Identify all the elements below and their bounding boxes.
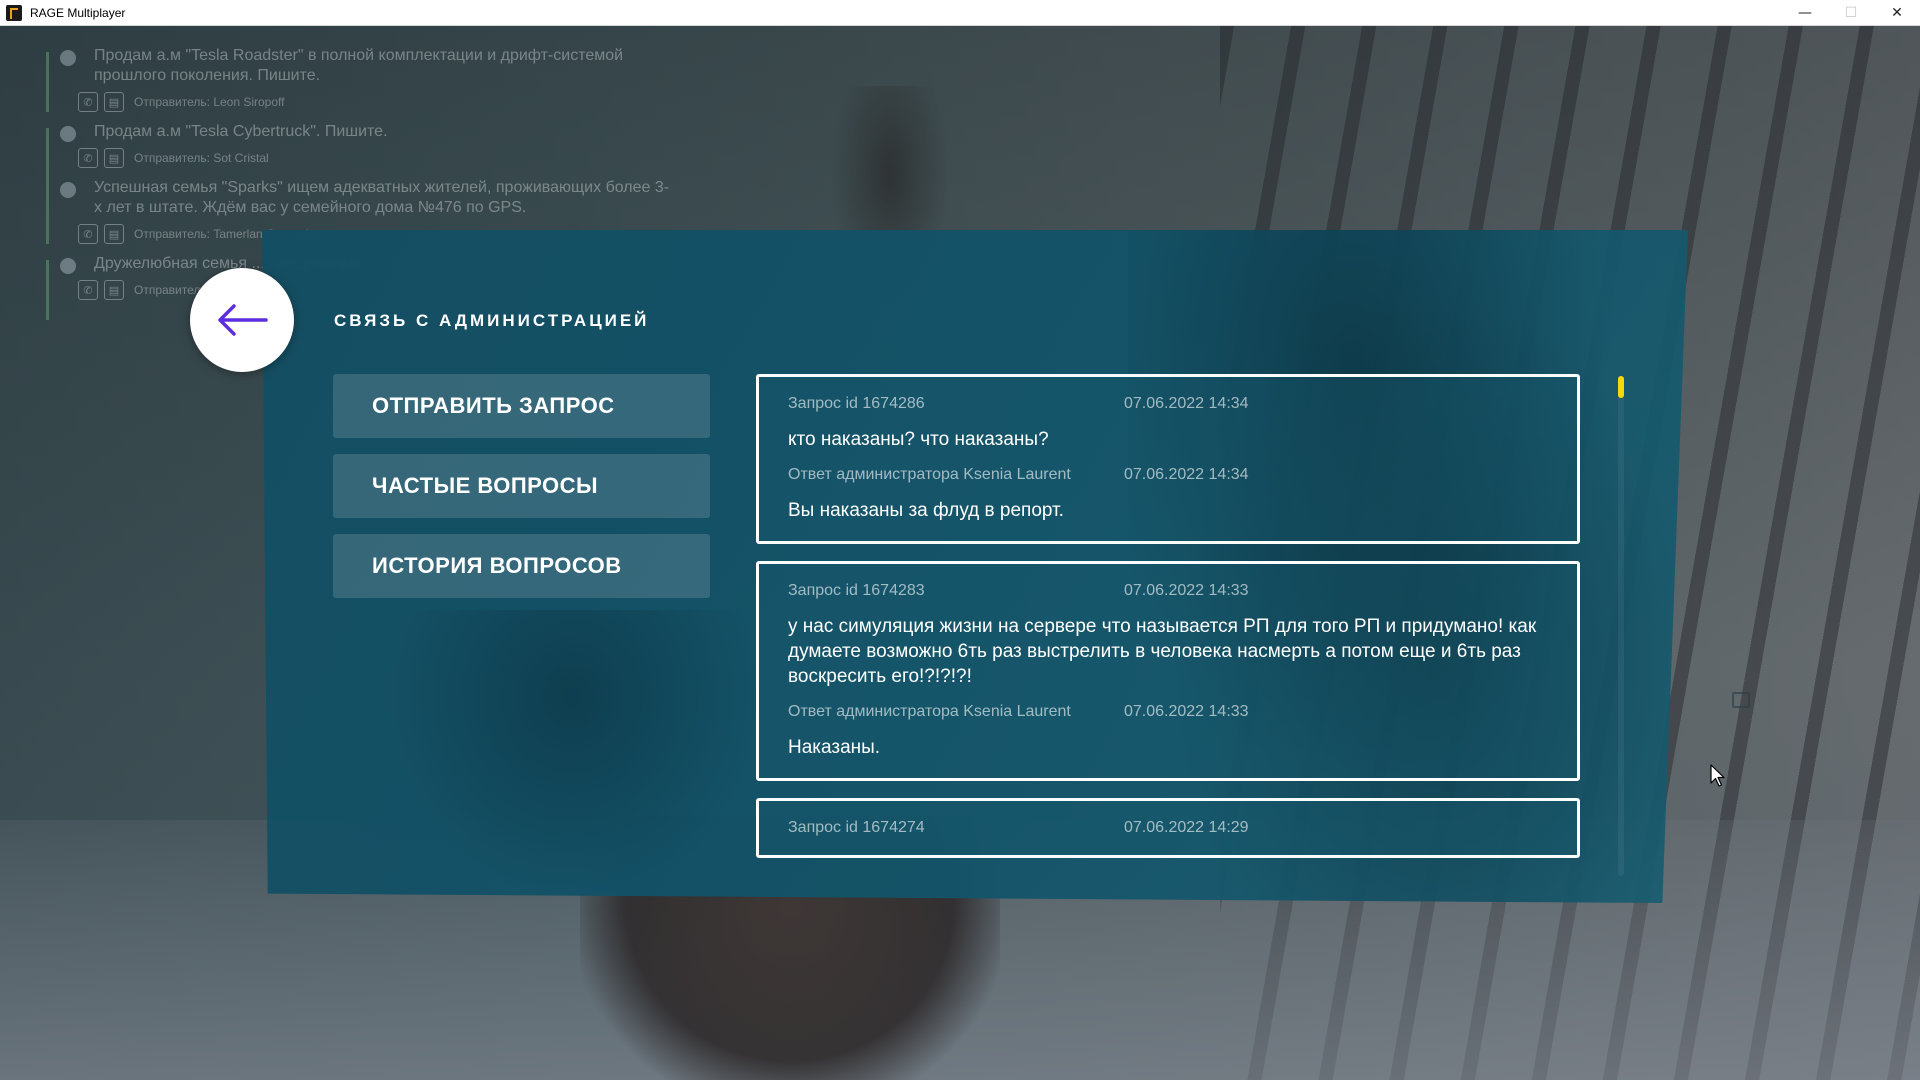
request-message: у нас симуляция жизни на сервере что наз… — [788, 616, 1537, 687]
close-button[interactable]: ✕ — [1874, 0, 1920, 25]
answer-author: Ответ администратора Ksenia Laurent — [788, 466, 1071, 483]
answer-header: Ответ администратора Ksenia Laurent 07.0… — [788, 466, 1548, 484]
feed-category-bar — [46, 260, 49, 320]
maximize-button[interactable]: ☐ — [1828, 0, 1874, 25]
phone-icon[interactable]: ✆ — [78, 92, 98, 112]
request-id: Запрос id 1674283 — [788, 582, 925, 599]
heart-category-icon — [60, 258, 76, 274]
send-request-button[interactable]: ОТПРАВИТЬ ЗАПРОС — [333, 374, 710, 438]
request-date: 07.06.2022 14:33 — [1124, 582, 1249, 599]
feed-item: Продам а.м "Tesla Roadster" в полной ком… — [30, 46, 670, 112]
feed-item-text: Продам а.м "Tesla Roadster" в полной ком… — [94, 47, 624, 84]
panel-title: СВЯЗЬ С АДМИНИСТРАЦИЕЙ — [334, 311, 650, 330]
chat-icon[interactable]: ▤ — [104, 148, 124, 168]
feed-item-text: Продам а.м "Tesla Cybertruck". Пишите. — [94, 123, 388, 140]
mouse-cursor-icon — [1710, 764, 1725, 787]
feed-item-sender: Отправитель: Leon Siropoff — [134, 95, 285, 109]
request-date: 07.06.2022 14:34 — [1124, 395, 1249, 412]
phone-icon[interactable]: ✆ — [78, 148, 98, 168]
chat-icon[interactable]: ▤ — [104, 224, 124, 244]
feed-category-bar — [46, 52, 49, 112]
chat-icon[interactable]: ▤ — [104, 92, 124, 112]
answer-message: Вы наказаны за флуд в репорт. — [788, 500, 1064, 521]
rage-mp-app-icon — [6, 4, 22, 21]
car-category-icon — [60, 126, 76, 142]
feed-item-meta: ✆ ▤ Отправитель: Leon Siropoff — [78, 92, 670, 112]
answer-message: Наказаны. — [788, 737, 881, 758]
request-header: Запрос id 1674274 07.06.2022 14:29 — [788, 819, 1548, 837]
answer-date: 07.06.2022 14:33 — [1124, 703, 1249, 720]
heart-category-icon — [60, 182, 76, 198]
window-title: RAGE Multiplayer — [30, 5, 126, 20]
feed-category-bar — [46, 184, 49, 244]
panel-palms-art — [382, 610, 762, 900]
request-header: Запрос id 1674283 07.06.2022 14:33 — [788, 582, 1548, 600]
answer-date: 07.06.2022 14:34 — [1124, 466, 1249, 483]
faq-button[interactable]: ЧАСТЫЕ ВОПРОСЫ — [333, 454, 710, 518]
scrollbar-thumb[interactable] — [1618, 376, 1624, 398]
window-titlebar: RAGE Multiplayer — ☐ ✕ — [0, 0, 1920, 26]
panel-menu: ОТПРАВИТЬ ЗАПРОС ЧАСТЫЕ ВОПРОСЫ ИСТОРИЯ … — [333, 374, 710, 614]
car-category-icon — [60, 50, 76, 66]
feed-item: Продам а.м "Tesla Cybertruck". Пишите. ✆… — [30, 122, 670, 188]
request-history-list[interactable]: Запрос id 1674286 07.06.2022 14:34 кто н… — [756, 374, 1582, 878]
phone-icon[interactable]: ✆ — [78, 224, 98, 244]
request-id: Запрос id 1674274 — [788, 819, 925, 836]
request-card: Запрос id 1674283 07.06.2022 14:33 у нас… — [756, 561, 1580, 781]
request-list-scrollbar[interactable] — [1618, 376, 1624, 876]
feed-item-sender: Отправитель: Sot Cristal — [134, 151, 269, 165]
request-header: Запрос id 1674286 07.06.2022 14:34 — [788, 395, 1548, 413]
window-controls: — ☐ ✕ — [1782, 0, 1920, 25]
request-id: Запрос id 1674286 — [788, 395, 925, 412]
minimize-button[interactable]: — — [1782, 0, 1828, 25]
back-button[interactable] — [190, 268, 294, 372]
request-card: Запрос id 1674274 07.06.2022 14:29 — [756, 798, 1580, 858]
feed-item-meta: ✆ ▤ Отправитель: Sot Cristal — [78, 148, 670, 168]
arrow-left-icon — [218, 304, 268, 336]
request-card: Запрос id 1674286 07.06.2022 14:34 кто н… — [756, 374, 1580, 544]
phone-icon[interactable]: ✆ — [78, 280, 98, 300]
feed-item-text: Успешная семья "Sparks" ищем адекватных … — [94, 179, 670, 216]
question-history-button[interactable]: ИСТОРИЯ ВОПРОСОВ — [333, 534, 710, 598]
lock-icon — [1732, 692, 1750, 708]
answer-author: Ответ администратора Ksenia Laurent — [788, 703, 1071, 720]
request-message: кто наказаны? что наказаны? — [788, 429, 1049, 450]
request-date: 07.06.2022 14:29 — [1124, 819, 1249, 836]
answer-header: Ответ администратора Ksenia Laurent 07.0… — [788, 703, 1548, 721]
chat-icon[interactable]: ▤ — [104, 280, 124, 300]
